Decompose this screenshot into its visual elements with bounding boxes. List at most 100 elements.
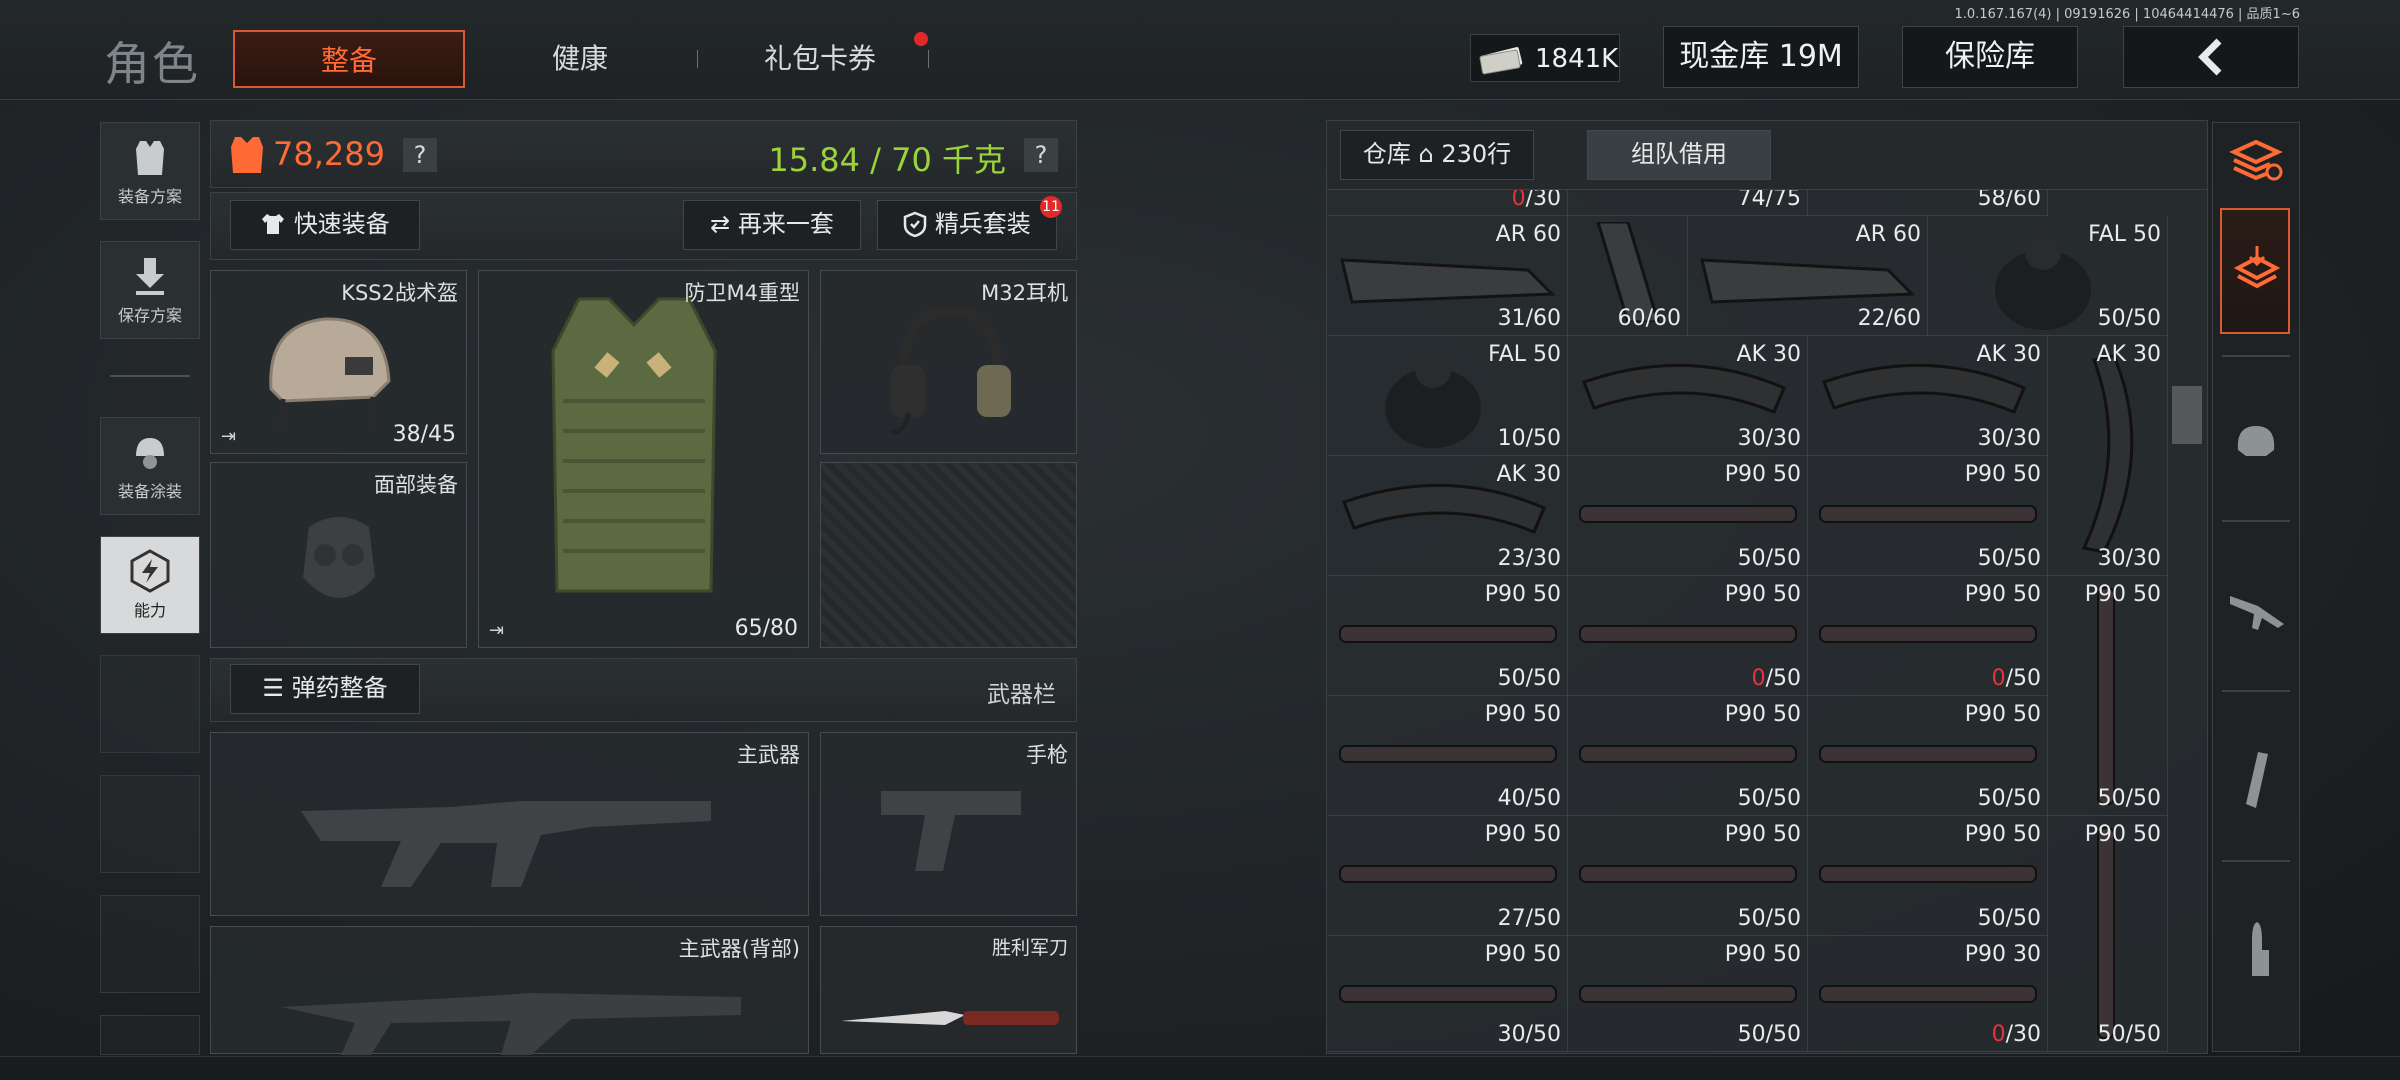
ability-icon	[130, 549, 170, 593]
warehouse-item[interactable]: P90 50 27/50	[1328, 816, 1568, 936]
ability-button[interactable]: 能力	[100, 536, 200, 634]
primary-weapon-label: 主武器	[737, 743, 800, 767]
scrollbar-thumb[interactable]	[2172, 386, 2202, 444]
unequip-icon[interactable]: ⇥	[489, 620, 504, 641]
category-magazine[interactable]	[2222, 720, 2290, 840]
p90-magazine-image	[1339, 865, 1557, 883]
primary-weapon-slot[interactable]: 主武器	[210, 732, 809, 916]
face-slot-label: 面部装备	[374, 473, 458, 497]
stack-refresh-icon	[2229, 139, 2283, 181]
equip-again-button[interactable]: ⇄ 再来一套	[683, 200, 861, 250]
p90-magazine-image	[1819, 745, 2037, 763]
p90-magazine-image	[1819, 865, 2037, 883]
warehouse-item[interactable]: P90 50 50/50	[2048, 576, 2168, 816]
p90-magazine-image	[2097, 827, 2115, 1039]
quick-equip-button[interactable]: 快速装备	[230, 200, 420, 250]
notification-dot	[914, 32, 928, 46]
empty-gear-slot[interactable]	[820, 462, 1077, 648]
vest-icon	[136, 141, 164, 175]
unequip-icon[interactable]: ⇥	[221, 426, 236, 447]
warehouse-item[interactable]: FAL 50 50/50	[1928, 216, 2168, 336]
warehouse-item[interactable]: AK 30 23/30	[1328, 456, 1568, 576]
warehouse-item[interactable]: P90 50 50/50	[2048, 816, 2168, 1052]
back-weapon-slot[interactable]: 主武器(背部)	[210, 926, 809, 1055]
armor-slot[interactable]: 防卫M4重型 65/80 ⇥	[478, 270, 809, 648]
warehouse-item[interactable]: P90 50 50/50	[1808, 456, 2048, 576]
warehouse-item[interactable]: P90 50 30/50	[1328, 936, 1568, 1052]
knife-slot[interactable]: 胜利军刀	[820, 926, 1077, 1054]
equipment-paint-button[interactable]: 装备涂装	[100, 417, 200, 515]
warehouse-item[interactable]: AR 60 31/60	[1328, 216, 1568, 336]
empty-rail-slot	[100, 1015, 200, 1055]
rifle-icon	[2230, 596, 2284, 630]
p90-magazine-image	[1819, 985, 2037, 1003]
cash-icon	[1479, 47, 1523, 75]
warehouse-item[interactable]: AK 30 30/30	[2048, 336, 2168, 576]
helmet-slot[interactable]: KSS2战术盔 38/45 ⇥	[210, 270, 467, 454]
warehouse-item[interactable]: FAL 50 10/50	[1328, 336, 1568, 456]
armor-vest-image	[551, 297, 717, 593]
face-slot[interactable]: 面部装备	[210, 462, 467, 648]
warehouse-item[interactable]: P90 50 0/50	[1568, 576, 1808, 696]
warehouse-item[interactable]: P90 50 50/50	[1568, 816, 1808, 936]
back-button[interactable]	[2123, 26, 2299, 88]
warehouse-item[interactable]: P90 50 50/50	[1808, 816, 2048, 936]
warehouse-item[interactable]: 60/60	[1568, 216, 1688, 336]
headset-slot[interactable]: M32耳机	[820, 270, 1077, 454]
sort-refresh-button[interactable]	[2222, 126, 2290, 192]
category-ammo[interactable]	[2222, 890, 2290, 1010]
helmet-durability: 38/45	[392, 422, 456, 447]
warehouse-scrollbar[interactable]	[2172, 190, 2202, 1054]
weight-help-button[interactable]: ?	[1024, 138, 1058, 172]
bullet-icon	[2252, 922, 2269, 976]
warehouse-item[interactable]: P90 50 50/50	[1808, 696, 2048, 816]
money-value: 1841K	[1535, 44, 1619, 74]
warehouse-item[interactable]: P90 30 0/30	[1808, 936, 2048, 1052]
money-display: 1841K	[1470, 34, 1620, 82]
rail-divider	[2222, 860, 2290, 862]
warehouse-item[interactable]: P90 50 50/50	[1568, 456, 1808, 576]
rail-divider	[2222, 355, 2290, 357]
weight-display: 15.84 / 70 千克	[768, 141, 1006, 179]
weapon-bar-label: 武器栏	[987, 682, 1056, 708]
warehouse-item[interactable]: 74/75	[1568, 190, 1808, 216]
pistol-label: 手枪	[1026, 743, 1068, 767]
category-helmet[interactable]	[2222, 380, 2290, 500]
loadout-plans-button[interactable]: 装备方案	[100, 122, 200, 220]
elite-set-badge: 11	[1040, 196, 1062, 218]
warehouse-item[interactable]: P90 50 0/50	[1808, 576, 2048, 696]
category-weapon[interactable]	[2222, 550, 2290, 670]
stack-arrow-icon	[2233, 246, 2281, 289]
helmet-name: KSS2战术盔	[341, 281, 458, 305]
warehouse-item[interactable]: AK 30 30/30	[1808, 336, 2048, 456]
tab-health[interactable]: 健康	[500, 30, 660, 88]
category-all[interactable]	[2220, 208, 2290, 334]
warehouse-item[interactable]: P90 50 50/50	[1568, 696, 1808, 816]
ammo-equip-button[interactable]: ☰ 弹药整备	[230, 664, 420, 714]
warehouse-tab[interactable]: 仓库 ⌂ 230行	[1340, 130, 1534, 180]
p90-magazine-image	[1579, 625, 1797, 643]
warehouse-item[interactable]: AK 30 30/30	[1568, 336, 1808, 456]
warehouse-item[interactable]: P90 50 50/50	[1568, 936, 1808, 1052]
warehouse-item[interactable]: 0/30	[1328, 190, 1568, 216]
value-help-button[interactable]: ?	[403, 138, 437, 172]
cash-vault-button[interactable]: 现金库 19M	[1663, 26, 1859, 88]
insurance-vault-button[interactable]: 保险库	[1902, 26, 2078, 88]
p90-magazine-image	[1339, 985, 1557, 1003]
helmet-paint-icon	[136, 438, 164, 469]
tab-gift-cards[interactable]: 礼包卡券	[735, 30, 905, 88]
shield-icon	[903, 211, 927, 238]
elite-set-button[interactable]: 精兵套装	[877, 200, 1057, 250]
save-plan-button[interactable]: 保存方案	[100, 241, 200, 339]
warehouse-item[interactable]: 58/60	[1808, 190, 2048, 216]
loadout-summary: 78,289 ? 15.84 / 70 千克 ?	[210, 120, 1077, 188]
team-borrow-tab[interactable]: 组队借用	[1587, 130, 1771, 180]
pistol-slot[interactable]: 手枪	[820, 732, 1077, 916]
bottom-bar	[0, 1056, 2400, 1080]
gas-mask-icon	[303, 517, 375, 598]
helmet-image	[269, 317, 391, 432]
tab-equip[interactable]: 整备	[233, 30, 465, 88]
warehouse-item[interactable]: P90 50 50/50	[1328, 576, 1568, 696]
warehouse-item[interactable]: AR 60 22/60	[1688, 216, 1928, 336]
warehouse-item[interactable]: P90 50 40/50	[1328, 696, 1568, 816]
